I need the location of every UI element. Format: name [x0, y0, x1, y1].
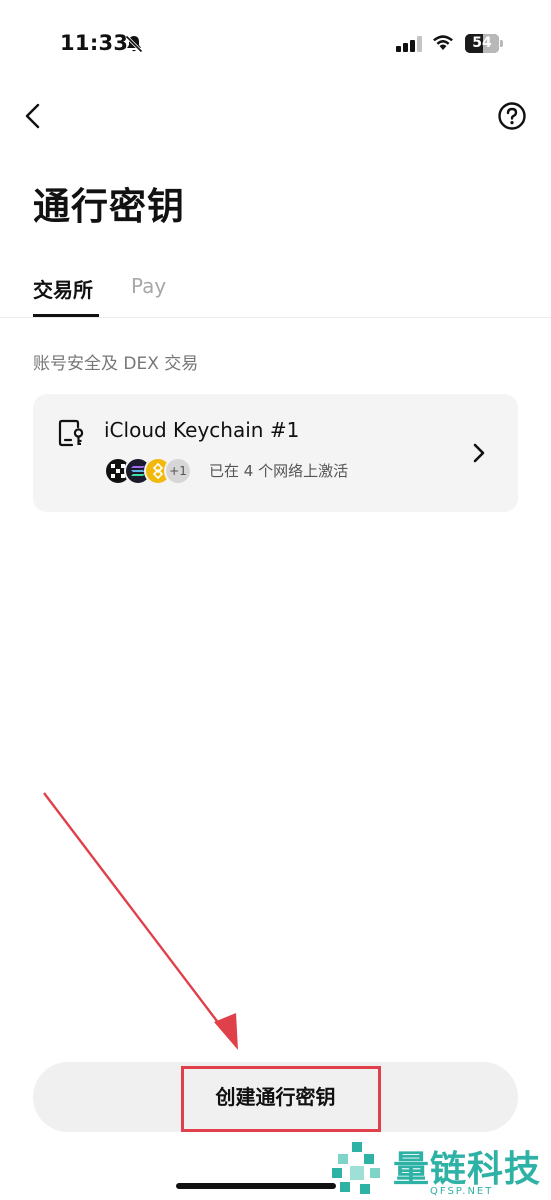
back-button[interactable]: [18, 100, 50, 132]
tab-pay[interactable]: Pay: [131, 274, 166, 298]
tab-bar: 交易所 Pay: [0, 268, 551, 318]
status-bar: 11:33 54: [0, 0, 551, 90]
network-status: 已在 4 个网络上激活: [209, 462, 349, 480]
help-icon[interactable]: [496, 100, 528, 132]
passkey-name: iCloud Keychain #1: [104, 418, 300, 442]
active-tab-indicator: [33, 314, 99, 317]
status-time: 11:33: [60, 31, 129, 55]
page-title: 通行密钥: [33, 185, 185, 228]
chevron-right-icon: [473, 443, 485, 463]
home-indicator: [176, 1183, 336, 1189]
create-passkey-button[interactable]: 创建通行密钥: [33, 1062, 518, 1132]
network-icons: +1: [104, 457, 204, 485]
watermark-site: QFSP.NET: [430, 1186, 494, 1197]
bell-muted-icon: [125, 35, 143, 53]
section-label: 账号安全及 DEX 交易: [33, 354, 199, 374]
passkey-device-icon: [58, 419, 84, 447]
watermark-brand: 量链科技: [393, 1148, 542, 1190]
create-passkey-label: 创建通行密钥: [215, 1085, 336, 1109]
more-networks-badge: +1: [164, 457, 192, 485]
tab-exchange[interactable]: 交易所: [33, 274, 93, 303]
watermark-logo-icon: [332, 1142, 380, 1194]
watermark: 量链科技 QFSP.NET: [330, 1140, 551, 1200]
wifi-icon: [433, 35, 453, 50]
passkey-card[interactable]: iCloud Keychain #1 +1 已在 4 个网络上激活: [33, 394, 518, 512]
cellular-signal-icon: [396, 36, 422, 52]
battery-level-text: 54: [472, 35, 492, 51]
battery-indicator: 54: [465, 34, 503, 53]
